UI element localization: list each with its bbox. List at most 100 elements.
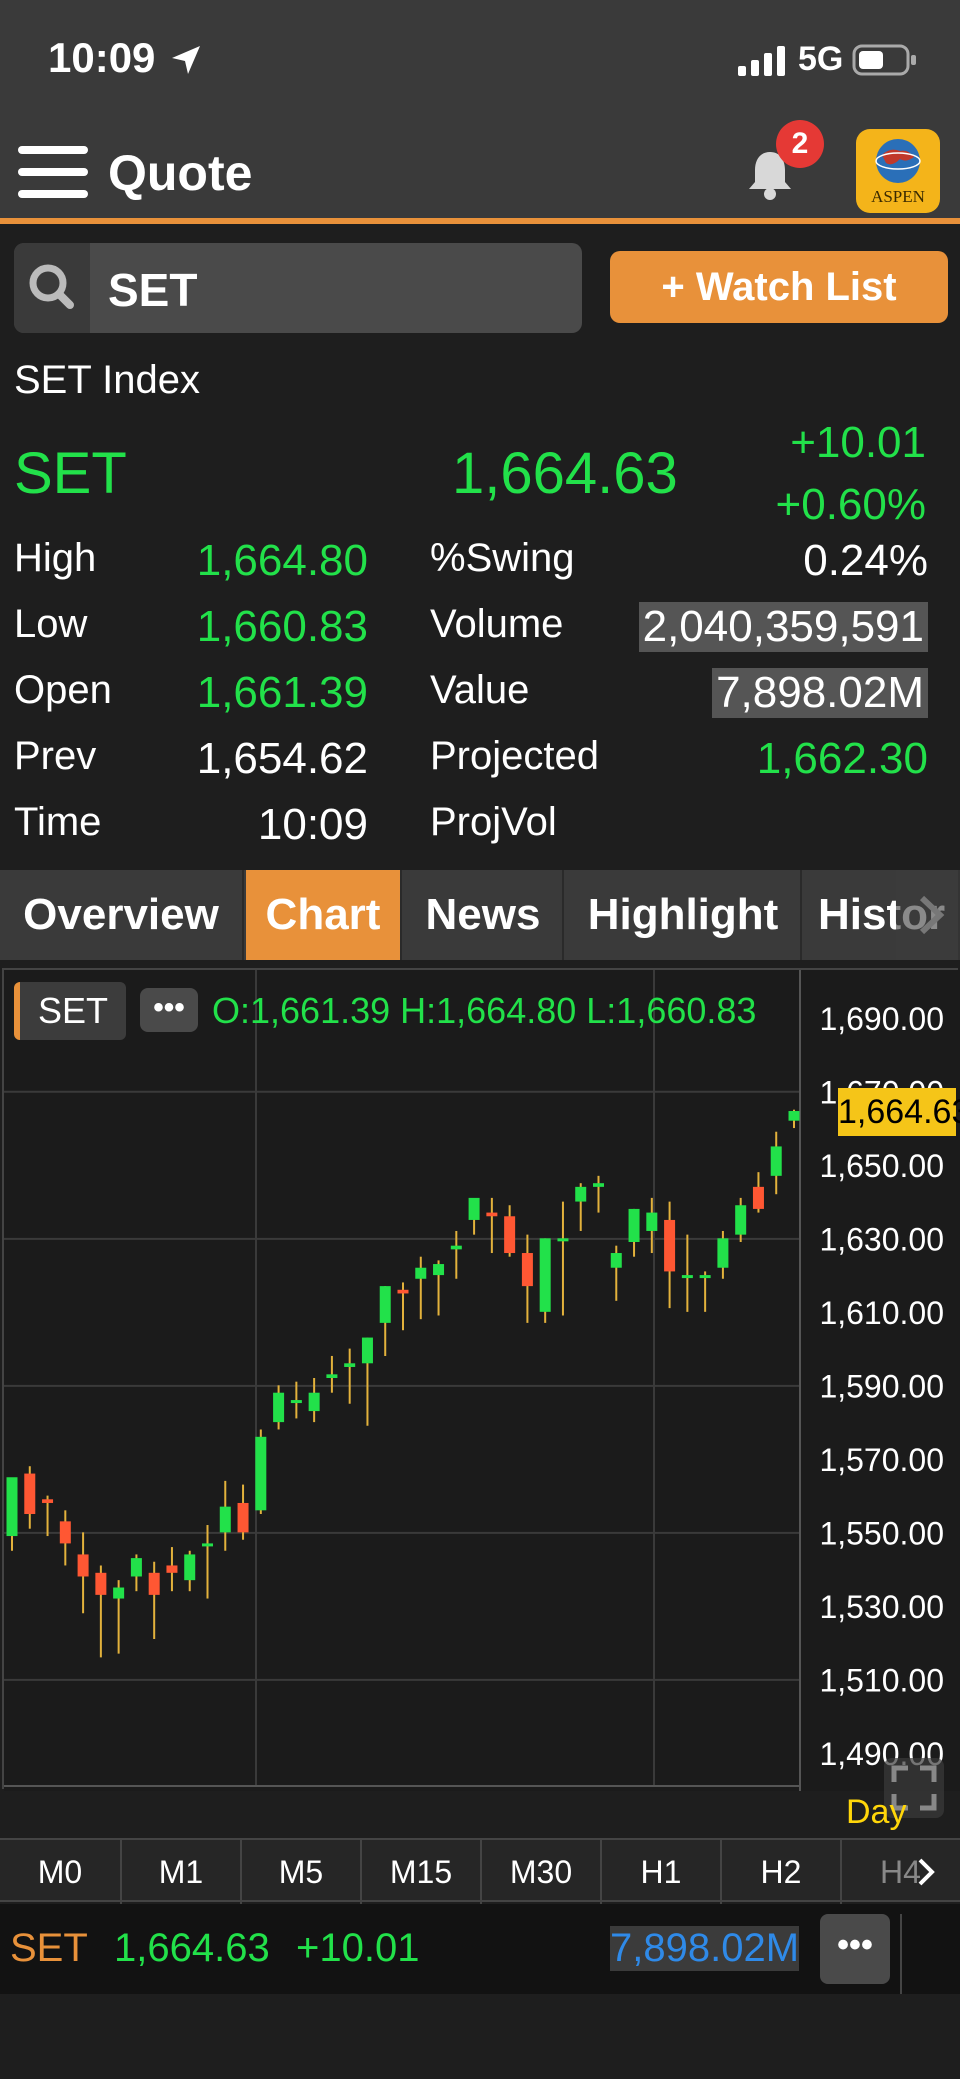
notification-badge: 2 [776,120,824,168]
stat-label: ProjVol [430,800,557,844]
stat-label: Value [430,668,530,712]
candle-body [184,1554,196,1581]
chart-more-button[interactable]: ••• [140,988,198,1032]
candle-body [575,1186,587,1202]
tab-chart[interactable]: Chart [246,870,402,960]
candle-body [361,1337,373,1364]
candle-body [148,1572,160,1595]
stat-value: 1,664.80 [196,536,368,585]
timeframe-m1[interactable]: M1 [122,1840,242,1904]
tab-news[interactable]: News [404,870,564,960]
tab-overview[interactable]: Overview [0,870,244,960]
stat-value: 2,040,359,591 [638,602,928,652]
candle-body [166,1565,178,1573]
stat-row-open: Open 1,661.39 Value 7,898.02M [0,668,960,734]
candle-body [664,1219,676,1272]
stat-row-low: Low 1,660.83 Volume 2,040,359,591 [0,602,960,668]
timeframe-m30[interactable]: M30 [482,1840,602,1904]
divider [900,1914,902,1994]
candle-body [202,1543,213,1547]
location-arrow-icon [172,46,200,74]
stat-row-prev: Prev 1,654.62 Projected 1,662.30 [0,734,960,800]
stat-value: 1,662.30 [756,734,928,783]
battery-icon [852,44,916,76]
candle-body [788,1111,800,1121]
timeframe-m15[interactable]: M15 [362,1840,482,1904]
signal-strength-icon [738,46,785,76]
quote-symbol: SET [14,441,127,506]
candle-body [344,1363,356,1367]
chart-background [4,970,960,1791]
chart-symbol-chip[interactable]: SET [14,982,126,1040]
candle-body [113,1587,125,1599]
candle-body [504,1216,516,1254]
stat-label: Volume [430,602,564,646]
ticker-change: +10.01 [296,1926,420,1970]
candle-body [6,1477,18,1537]
page-title: Quote [108,145,253,201]
index-name: SET Index [14,358,201,402]
candle-body [24,1473,36,1514]
ticker-value: 7,898.02M [610,1926,800,1971]
stat-value: 0.24% [803,536,928,585]
stat-row-high: High 1,664.80 %Swing 0.24% [0,536,960,602]
hamburger-menu-icon[interactable] [18,144,88,200]
candle-body [646,1212,658,1231]
chart-canvas[interactable]: 1,690.001,670.001,650.001,630.001,610.00… [4,970,960,1791]
candle-body [539,1238,551,1312]
candle-body [593,1183,604,1187]
candle-body [77,1554,89,1577]
candle-body [95,1572,107,1595]
chart-period[interactable]: Day [846,1793,906,1832]
ticker-more-button[interactable]: ••• [820,1914,890,1984]
y-tick-label: 1,610.00 [819,1295,944,1331]
timeframe-m0[interactable]: M0 [0,1840,122,1904]
y-tick-label: 1,650.00 [819,1148,944,1184]
stat-value: 1,661.39 [196,668,368,717]
search-value: SET [108,264,198,316]
chart-ohl-readout: O:1,661.39 H:1,664.80 L:1,660.83 [212,990,757,1031]
candle-body [326,1374,338,1378]
app-header: Quote 2 ASPEN [0,120,960,224]
add-watchlist-button[interactable]: + Watch List [610,251,948,323]
candle-body [770,1146,782,1176]
last-price-tag: 1,664.63 [838,1088,960,1136]
y-tick-label: 1,570.00 [819,1442,944,1478]
timeframe-bar: M0 M1 M5 M15 M30 H1 H2 H4 [0,1838,960,1904]
stat-label: Projected [430,734,599,778]
candle-body [450,1245,462,1250]
aspen-logo-text: ASPEN [871,187,925,206]
aspen-logo[interactable]: ASPEN [856,129,940,213]
stat-value: 1,660.83 [196,602,368,651]
tab-highlight[interactable]: Highlight [566,870,802,960]
stat-label: %Swing [430,536,575,580]
candle-body [379,1286,391,1323]
chevron-right-icon[interactable] [906,1852,946,1892]
timeframe-h2[interactable]: H2 [722,1840,842,1904]
y-tick-label: 1,630.00 [819,1221,944,1257]
ticker-last: 1,664.63 [114,1926,270,1970]
timeframe-h1[interactable]: H1 [602,1840,722,1904]
symbol-search-input[interactable]: SET [14,243,582,333]
candle-body [237,1502,249,1533]
candle-body [290,1400,302,1404]
timeframe-m5[interactable]: M5 [242,1840,362,1904]
candle-body [735,1205,747,1235]
quote-tabs: Overview Chart News Highlight Histor [0,870,960,960]
price-chart[interactable]: 1,690.001,670.001,650.001,630.001,610.00… [2,968,960,1791]
ticker-symbol[interactable]: SET [10,1926,88,1971]
candle-body [468,1197,480,1220]
chevron-right-icon[interactable] [896,870,960,960]
quote-change: +10.01 [790,418,926,467]
y-tick-label: 1,690.00 [819,1001,944,1037]
status-bar: 10:09 5G [0,0,960,120]
stat-row-time: Time 10:09 ProjVol [0,800,960,866]
search-icon-wrap [14,243,90,333]
candle-body [308,1392,320,1412]
quote-change-percent: +0.60% [775,480,926,529]
bottom-ticker-bar: SET 1,664.63 +10.01 7,898.02M ••• [0,1904,960,1994]
candle-body [219,1506,231,1533]
candle-body [59,1521,71,1544]
candle-body [397,1289,409,1294]
candle-body [255,1436,267,1511]
